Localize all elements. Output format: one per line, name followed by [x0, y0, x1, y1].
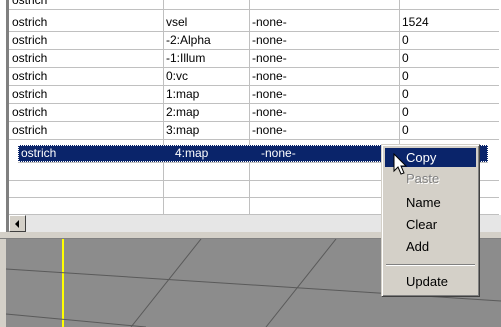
cell-mapping: -none-: [252, 51, 287, 65]
table-row-partial[interactable]: ostrich: [9, 0, 499, 10]
table-row[interactable]: ostrich vsel -none- 1524: [9, 14, 499, 32]
cell-value: 0: [402, 123, 409, 137]
table-row[interactable]: ostrich 2:map -none- 0: [9, 104, 499, 122]
scroll-left-button[interactable]: [9, 215, 26, 232]
cell-mapping: -none-: [252, 69, 287, 83]
cell-channel: 2:map: [166, 105, 200, 119]
arrow-left-icon: [15, 220, 19, 228]
grid-line: [6, 313, 147, 327]
mouse-pointer-icon: [393, 153, 408, 175]
table-row[interactable]: ostrich 3:map -none- 0: [9, 122, 499, 140]
cell-value: 0: [402, 87, 409, 101]
cell-object: ostrich: [12, 15, 48, 29]
cell-value: 0: [402, 33, 409, 47]
cell: ostrich: [12, 0, 48, 7]
menu-item-clear[interactable]: Clear: [385, 215, 476, 234]
menu-separator: [386, 264, 475, 266]
cell-value: 1524: [402, 15, 429, 29]
cell-value: 0: [402, 51, 409, 65]
cell-mapping: -none-: [252, 87, 287, 101]
cell-value: 0: [402, 69, 409, 83]
cell-object: ostrich: [12, 123, 48, 137]
cell-mapping: -none-: [252, 105, 287, 119]
cell-channel: 4:map: [175, 146, 209, 160]
menu-item-add[interactable]: Add: [385, 237, 476, 256]
table-row[interactable]: ostrich 1:map -none- 0: [9, 86, 499, 104]
grid-line: [265, 239, 337, 327]
grid-line: [130, 239, 202, 327]
grid-border: [6, 0, 9, 232]
cell-object: ostrich: [21, 146, 57, 160]
cell-channel: 0:vc: [166, 69, 189, 83]
cell-mapping: -none-: [252, 33, 287, 47]
cell-mapping: -none-: [252, 15, 287, 29]
cell-channel: vsel: [166, 15, 188, 29]
cell-object: ostrich: [12, 51, 48, 65]
cell-channel: 1:map: [166, 87, 200, 101]
cell-value: 0: [402, 105, 409, 119]
cell-channel: -2:Alpha: [166, 33, 211, 47]
menu-item-name[interactable]: Name: [385, 193, 476, 212]
cell-object: ostrich: [12, 69, 48, 83]
cell-channel: 3:map: [166, 123, 200, 137]
cell-object: ostrich: [12, 87, 48, 101]
table-row[interactable]: ostrich -1:Illum -none- 0: [9, 50, 499, 68]
table-row[interactable]: ostrich 0:vc -none- 0: [9, 68, 499, 86]
cell-channel: -1:Illum: [166, 51, 206, 65]
table-row[interactable]: ostrich -2:Alpha -none- 0: [9, 32, 499, 50]
cell-object: ostrich: [12, 105, 48, 119]
cell-object: ostrich: [12, 33, 48, 47]
menu-item-update[interactable]: Update: [385, 272, 476, 291]
cell-mapping: -none-: [252, 123, 287, 137]
